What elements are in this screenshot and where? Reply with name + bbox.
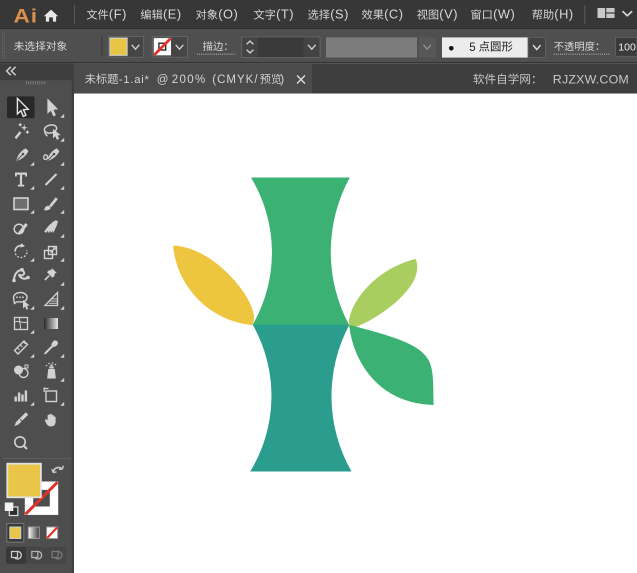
svg-text:(T): (T)	[276, 7, 294, 22]
svg-text:(CMYK/: (CMYK/	[212, 74, 258, 86]
svg-text:(W): (W)	[493, 7, 515, 22]
svg-text:Ai: Ai	[14, 6, 38, 27]
svg-text:5: 5	[469, 42, 475, 54]
svg-text:(O): (O)	[218, 7, 238, 22]
svg-text:(C): (C)	[384, 7, 403, 22]
svg-text:(V): (V)	[439, 7, 458, 22]
svg-text:(F): (F)	[109, 7, 127, 22]
svg-text:100: 100	[618, 42, 636, 54]
svg-text:(S): (S)	[330, 7, 349, 22]
svg-text:): )	[280, 74, 284, 86]
svg-text:RJZXW.COM: RJZXW.COM	[553, 72, 629, 86]
svg-text:@: @	[157, 74, 169, 86]
svg-text:-1.ai*: -1.ai*	[119, 74, 150, 86]
svg-text:200%: 200%	[172, 74, 207, 86]
svg-text:(H): (H)	[554, 7, 573, 22]
svg-text:(E): (E)	[163, 7, 182, 22]
